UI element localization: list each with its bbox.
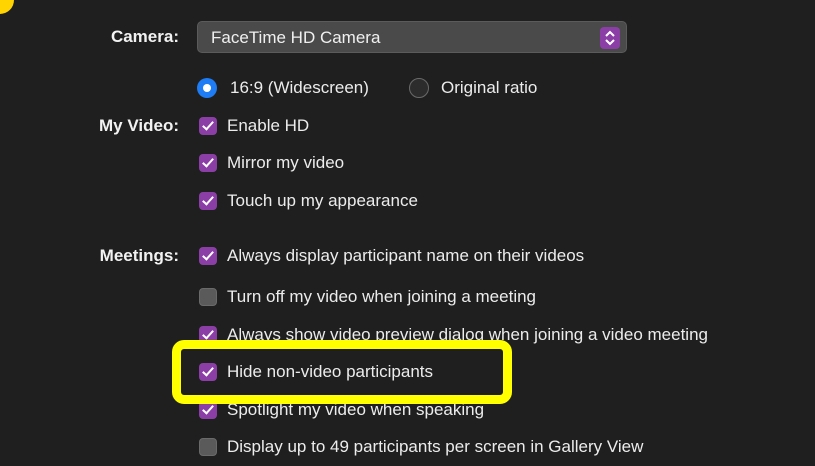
my-video-row-hd: My Video: Enable HD xyxy=(0,111,815,141)
mirror-video-label[interactable]: Mirror my video xyxy=(227,148,344,178)
highlight-annotation-box xyxy=(172,340,512,404)
display-participant-name-label[interactable]: Always display participant name on their… xyxy=(227,241,584,271)
camera-label: Camera: xyxy=(110,27,179,46)
touch-up-label[interactable]: Touch up my appearance xyxy=(227,186,418,216)
radio-original-ratio-label[interactable]: Original ratio xyxy=(441,73,537,103)
meetings-row-gallery-49: Display up to 49 participants per screen… xyxy=(0,432,815,462)
my-video-label: My Video: xyxy=(99,116,179,135)
checkbox-enable-hd[interactable] xyxy=(199,117,217,135)
checkbox-touch-up[interactable] xyxy=(199,192,217,210)
turn-off-video-label[interactable]: Turn off my video when joining a meeting xyxy=(227,282,536,312)
updown-chevron-icon xyxy=(600,27,620,49)
camera-select[interactable]: FaceTime HD Camera xyxy=(197,21,627,53)
my-video-row-mirror: Mirror my video xyxy=(0,148,815,178)
enable-hd-label[interactable]: Enable HD xyxy=(227,111,309,141)
checkbox-display-participant-name[interactable] xyxy=(199,247,217,265)
radio-original-ratio[interactable] xyxy=(409,78,429,98)
meetings-row-display-name: Meetings: Always display participant nam… xyxy=(0,241,815,271)
my-video-row-touchup: Touch up my appearance xyxy=(0,186,815,216)
checkbox-mirror-video[interactable] xyxy=(199,154,217,172)
camera-select-value: FaceTime HD Camera xyxy=(211,28,381,47)
radio-widescreen[interactable] xyxy=(197,78,217,98)
aspect-ratio-row: 16:9 (Widescreen) Original ratio xyxy=(0,73,815,103)
checkbox-gallery-49[interactable] xyxy=(199,438,217,456)
meetings-label: Meetings: xyxy=(99,246,179,265)
radio-widescreen-label[interactable]: 16:9 (Widescreen) xyxy=(230,73,369,103)
yellow-corner-marker xyxy=(0,0,14,14)
checkbox-turn-off-video[interactable] xyxy=(199,288,217,306)
gallery-49-label[interactable]: Display up to 49 participants per screen… xyxy=(227,432,643,462)
meetings-row-turn-off-video: Turn off my video when joining a meeting xyxy=(0,282,815,312)
